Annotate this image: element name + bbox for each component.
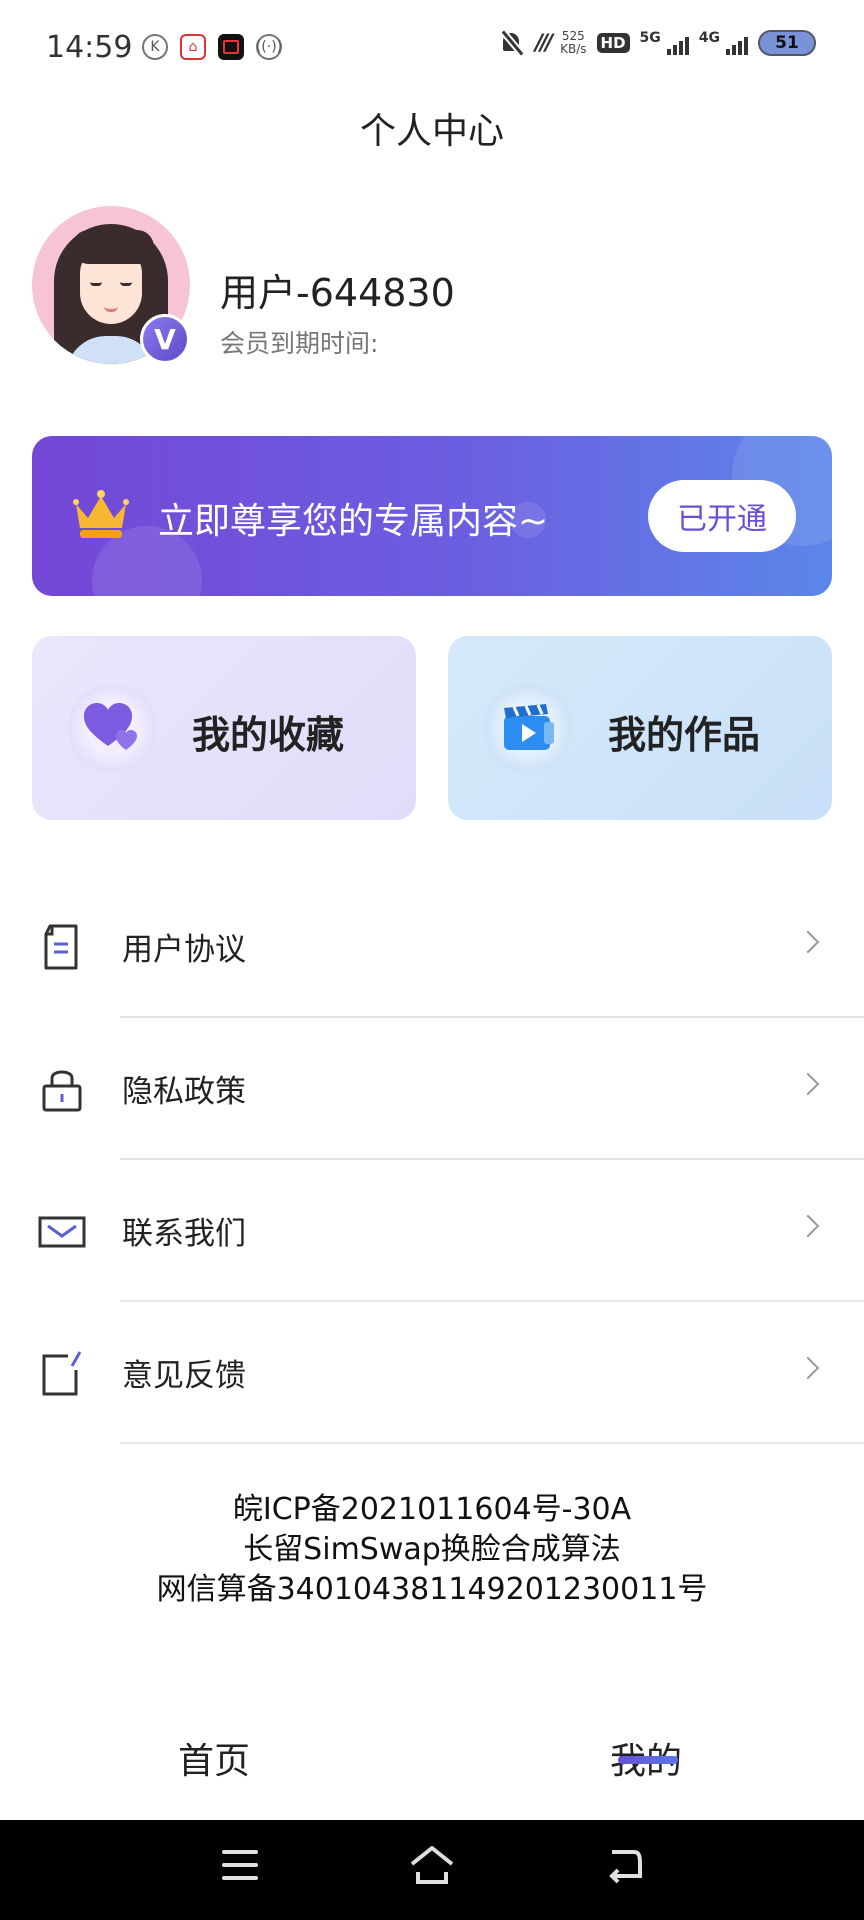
home-icon[interactable] [408,1842,456,1886]
menu-item-privacy-policy[interactable]: 隐私政策 [0,1018,864,1160]
signal-icon-2 [726,31,748,55]
username: 用户-644830 [220,271,455,315]
divider [120,1442,864,1444]
menu-label: 隐私政策 [122,1074,246,1110]
menu-item-user-agreement[interactable]: 用户协议 [0,876,864,1018]
system-indicators: /// 525 KB/s HD 5G 4G 51 [499,30,816,56]
battery-icon: 51 [758,30,816,56]
lock-icon [42,1070,82,1112]
chevron-right-icon [796,1072,820,1096]
my-favorites-card[interactable]: 我的收藏 [32,636,416,820]
nfc-icon: /// [535,30,553,56]
my-works-card[interactable]: 我的作品 [448,636,832,820]
filing-line: 网信算备340104381149201230011号 [156,1572,708,1607]
vip-banner-text: 立即尊享您的专属内容~ [158,501,549,542]
menu-label: 意见反馈 [122,1358,246,1394]
menu-item-feedback[interactable]: 意见反馈 [0,1302,864,1444]
video-icon-wrap [484,684,572,772]
net-speed-unit: KB/s [560,42,587,56]
menu-label: 联系我们 [122,1216,246,1252]
chevron-right-icon [796,1356,820,1380]
net-speed-value: 525 [561,29,585,43]
system-nav-bar [0,1820,864,1920]
status-bar: 14:59 K ⌂ ((·)) /// 525 KB/s HD 5G 4G 51 [0,0,864,96]
my-favorites-label: 我的收藏 [192,713,345,757]
status-time: 14:59 [46,30,133,65]
settings-menu: 用户协议 隐私政策 联系我们 意见反馈 [0,876,864,1444]
app-notification-icon: ⌂ [180,34,206,60]
edit-icon [42,1351,82,1396]
back-icon[interactable] [604,1844,644,1884]
chevron-right-icon [796,1214,820,1238]
chevron-right-icon [796,930,820,954]
k-app-icon: K [142,34,168,60]
tab-home[interactable]: 首页 [178,1732,250,1784]
notification-icons: K ⌂ ((·)) [142,34,282,60]
vip-banner[interactable]: 立即尊享您的专属内容~ 已开通 [32,436,832,596]
my-works-label: 我的作品 [608,713,761,757]
hd-icon: HD [596,33,630,53]
sim1-network: 5G [639,30,661,46]
algorithm-line: 长留SimSwap换脸合成算法 [243,1532,621,1567]
page-title: 个人中心 [359,111,504,152]
video-clapper-icon [504,704,554,750]
vip-status-button[interactable]: 已开通 [648,480,796,552]
member-expiry-label: 会员到期时间: [220,329,379,358]
sim2-network: 4G [698,30,720,46]
vip-badge-icon: V [140,314,190,364]
bottom-tab-bar: 首页 我的 [0,1700,864,1820]
crown-icon [73,490,129,538]
active-tab-indicator [618,1756,678,1764]
document-icon [44,924,78,970]
heart-icon [84,703,137,750]
mute-icon [499,30,525,56]
video-app-icon [218,34,244,60]
menu-icon[interactable] [222,1850,258,1880]
icp-line: 皖ICP备2021011604号-30A [232,1492,632,1527]
heart-icon-wrap [68,684,156,772]
signal-icon [666,31,689,55]
net-speed: 525 KB/s [560,30,586,56]
menu-item-contact-us[interactable]: 联系我们 [0,1160,864,1302]
menu-label: 用户协议 [122,932,246,968]
icp-info: 皖ICP备2021011604号-30A 长留SimSwap换脸合成算法 网信算… [0,1490,864,1610]
envelope-icon [38,1216,86,1248]
hotspot-icon: ((·)) [256,34,282,60]
